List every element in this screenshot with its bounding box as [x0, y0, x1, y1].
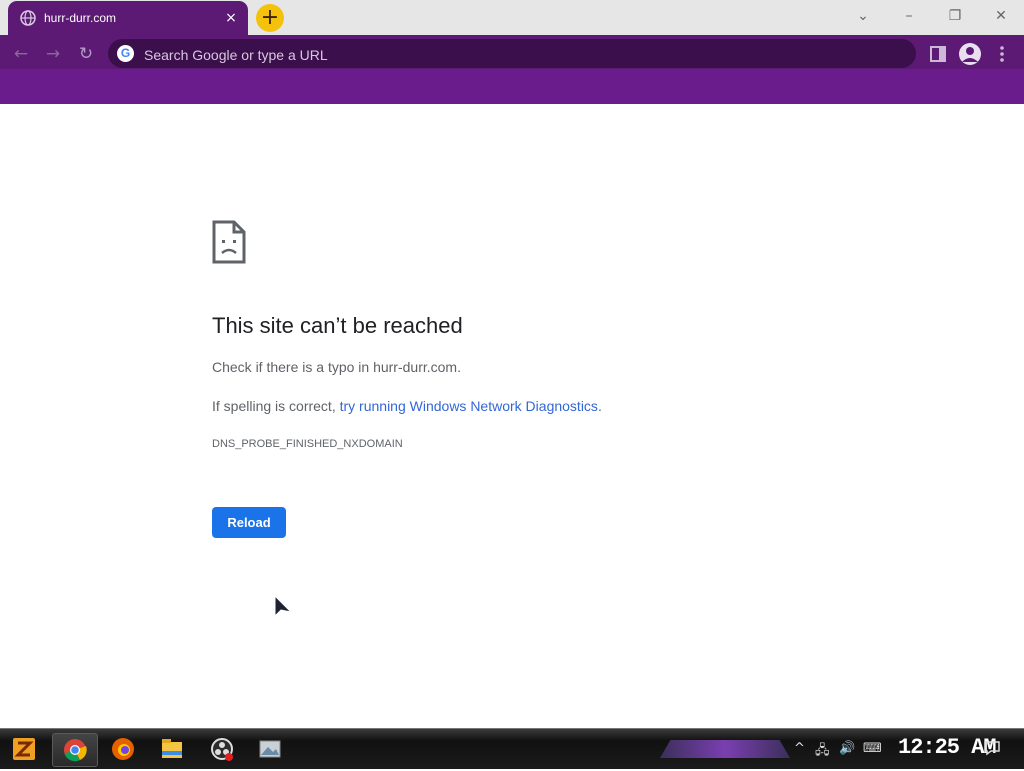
taskbar-clock[interactable]: 12:25 AM	[898, 735, 997, 760]
obs-icon	[211, 738, 233, 761]
browser-tab[interactable]: hurr-durr.com ×	[8, 1, 248, 35]
keyboard-icon[interactable]: ⌨	[863, 741, 882, 756]
mouse-cursor-icon	[274, 594, 293, 618]
profile-avatar-icon[interactable]	[958, 42, 982, 66]
diagnostics-prefix: If spelling is correct,	[212, 398, 340, 414]
side-panel-icon[interactable]	[926, 42, 950, 66]
error-title: This site can’t be reached	[212, 313, 463, 338]
taskbar-chrome[interactable]	[52, 733, 98, 767]
taskbar-firefox[interactable]	[100, 733, 144, 765]
browser-toolbar: ← → ↻ G	[0, 35, 1024, 104]
taskbar-obs[interactable]	[200, 733, 244, 765]
close-window-icon[interactable]: ✕	[989, 6, 1013, 26]
menu-dots-icon[interactable]	[990, 42, 1014, 66]
tray-decoration	[660, 740, 790, 758]
file-explorer-icon	[162, 739, 182, 758]
page-content: This site can’t be reached Check if ther…	[0, 104, 1024, 728]
tab-search-icon[interactable]: ⌄	[851, 6, 875, 26]
tab-title: hurr-durr.com	[44, 11, 117, 25]
start-icon[interactable]	[4, 733, 44, 765]
address-input[interactable]	[142, 43, 906, 66]
back-arrow-icon[interactable]: ←	[10, 43, 32, 65]
taskbar-file-explorer[interactable]	[150, 733, 194, 765]
restore-icon[interactable]: ❐	[943, 6, 967, 26]
show-hidden-icons-icon[interactable]: ^	[794, 741, 805, 756]
sad-document-icon	[212, 220, 246, 264]
network-diagnostics-link[interactable]: try running Windows Network Diagnostics	[340, 398, 598, 414]
reload-arrow-icon[interactable]: ↻	[75, 43, 97, 65]
diagnostics-hint: If spelling is correct, try running Wind…	[212, 398, 602, 414]
chrome-icon	[64, 739, 87, 762]
image-app-icon	[259, 740, 281, 758]
tab-close-icon[interactable]: ×	[222, 9, 240, 27]
typo-hint: Check if there is a typo in hurr-durr.co…	[212, 359, 461, 375]
forward-arrow-icon[interactable]: →	[42, 43, 64, 65]
taskbar-image-app[interactable]	[248, 733, 292, 765]
diagnostics-suffix: .	[597, 398, 602, 414]
taskbar: ^ 🖧 🔊 ⌨ 12:25 AM	[0, 728, 1024, 769]
google-icon: G	[117, 45, 134, 62]
network-icon[interactable]: 🖧	[815, 741, 830, 763]
title-bar: hurr-durr.com × + ⌄ – ❐ ✕	[0, 0, 1024, 35]
minimize-icon[interactable]: –	[897, 6, 921, 26]
reload-button[interactable]: Reload	[212, 507, 286, 538]
error-code: DNS_PROBE_FINISHED_NXDOMAIN	[212, 438, 403, 450]
globe-icon	[20, 10, 36, 26]
omnibox[interactable]: G	[108, 39, 916, 68]
notifications-icon[interactable]	[983, 739, 1001, 757]
firefox-icon	[112, 738, 134, 760]
volume-icon[interactable]: 🔊	[839, 741, 855, 756]
new-tab-button[interactable]: +	[256, 4, 284, 32]
